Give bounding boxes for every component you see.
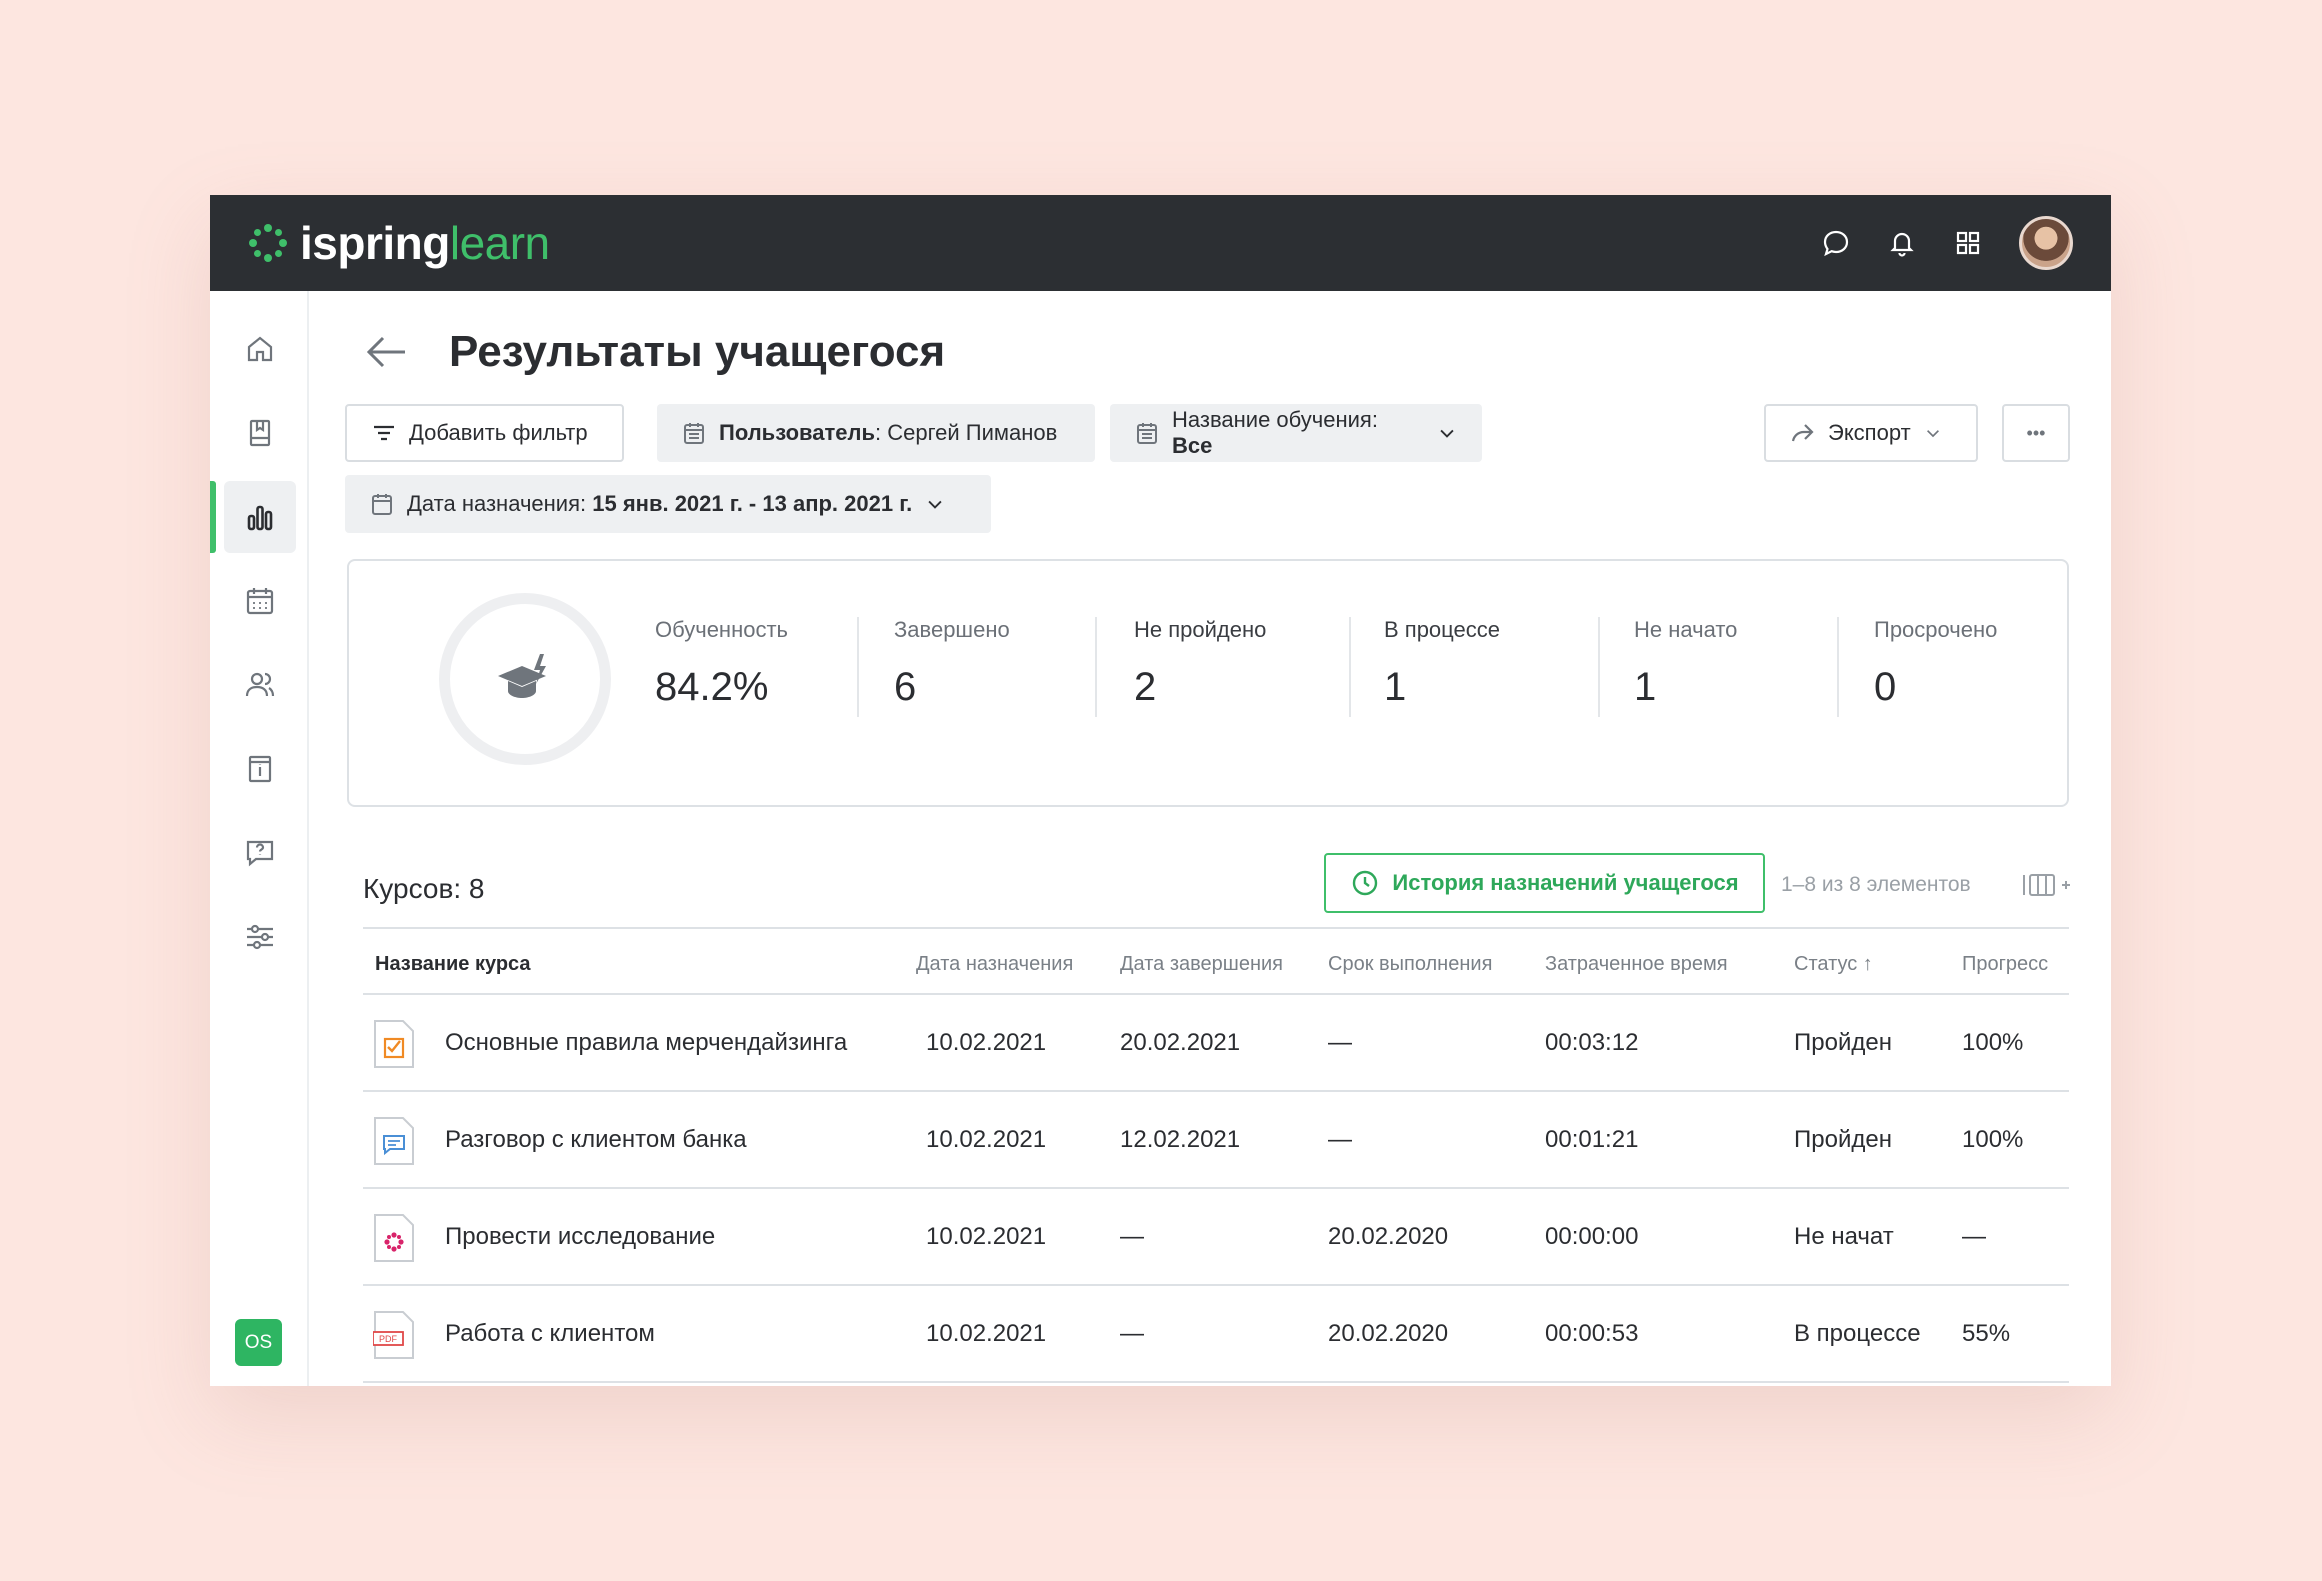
chevron-down-icon <box>928 500 942 509</box>
chevron-down-icon <box>1926 430 1939 438</box>
top-bar: ispringlearn <box>210 195 2111 291</box>
main-content: Результаты учащегося Добавить фильтр Пол… <box>309 291 2111 1386</box>
bell-icon[interactable] <box>1887 228 1917 258</box>
stat-divider <box>1598 617 1600 717</box>
logo[interactable]: ispringlearn <box>248 216 550 270</box>
column-header[interactable]: Затраченное время <box>1545 953 1728 976</box>
date-filter-text: Дата назначения: 15 янв. 2021 г. - 13 ап… <box>407 491 913 516</box>
quiz-icon <box>374 1020 414 1068</box>
calendar-small-icon <box>372 494 392 515</box>
chat-icon[interactable] <box>1821 228 1851 258</box>
training-filter-text: Название обучения: Все <box>1172 407 1378 458</box>
active-indicator <box>210 481 216 553</box>
apps-grid-icon[interactable] <box>1953 228 1983 258</box>
info-icon[interactable] <box>224 733 296 805</box>
stat-divider <box>1095 617 1097 717</box>
stats-panel: Обученность 84.2% Завершено 6 Не пройден… <box>347 559 2069 807</box>
stat-overdue: Просрочено 0 <box>1874 617 1998 709</box>
svg-text:PDF: PDF <box>379 1334 398 1344</box>
table-header: Название курса Дата назначения Дата заве… <box>363 927 2069 995</box>
stat-completed: Завершено 6 <box>894 617 1010 709</box>
table-row[interactable]: PDF Работа с клиентом 10.02.2021 — 20.02… <box>363 1286 2069 1383</box>
share-arrow-icon <box>1791 424 1814 442</box>
progress-ring <box>439 593 611 765</box>
logo-text: ispringlearn <box>300 217 550 269</box>
stat-divider <box>1349 617 1351 717</box>
training-filter-chip[interactable]: Название обучения: Все <box>1110 404 1482 462</box>
column-header[interactable]: Название курса <box>375 953 531 976</box>
graduation-cap-icon <box>498 654 546 698</box>
column-header[interactable]: Прогресс <box>1962 953 2048 976</box>
user-filter-chip[interactable]: Пользователь: Сергей Пиманов <box>657 404 1095 462</box>
app-window: ispringlearn OS Результаты учащегося Доб… <box>210 195 2111 1386</box>
page-title: Результаты учащегося <box>449 327 946 376</box>
stat-divider <box>1837 617 1839 717</box>
question-icon[interactable] <box>224 817 296 889</box>
reports-icon[interactable] <box>224 481 296 553</box>
calendar-small-icon <box>1137 423 1157 444</box>
more-options-button[interactable]: ••• <box>2002 404 2070 462</box>
account-badge[interactable]: OS <box>235 1319 282 1366</box>
users-icon[interactable] <box>224 649 296 721</box>
courses-count: Курсов: 8 <box>363 873 485 904</box>
pdf-icon: PDF <box>373 1311 414 1359</box>
stat-failed: Не пройдено 2 <box>1134 617 1267 709</box>
sidebar: OS <box>210 291 309 1386</box>
stat-divider <box>857 617 859 717</box>
courses-table: Название курса Дата назначения Дата заве… <box>363 927 2069 1383</box>
column-header[interactable]: Дата завершения <box>1120 953 1283 976</box>
table-row[interactable]: Разговор с клиентом банка 10.02.2021 12.… <box>363 1092 2069 1189</box>
date-filter-chip[interactable]: Дата назначения: 15 янв. 2021 г. - 13 ап… <box>345 475 991 533</box>
stat-learning-rate: Обученность 84.2% <box>655 617 788 709</box>
column-header-sorted[interactable]: Статус ↑ <box>1794 953 1873 976</box>
avatar[interactable] <box>2019 216 2073 270</box>
pagination-info: 1–8 из 8 элементов <box>1781 873 1971 896</box>
home-icon[interactable] <box>224 313 296 385</box>
settings-icon[interactable] <box>224 901 296 973</box>
export-button[interactable]: Экспорт <box>1764 404 1978 462</box>
add-filter-button[interactable]: Добавить фильтр <box>345 404 624 462</box>
ispring-logo-icon <box>249 224 287 262</box>
dialog-icon <box>374 1117 414 1165</box>
table-row[interactable]: Провести исследование 10.02.2021 — 20.02… <box>363 1189 2069 1286</box>
stat-not-started: Не начато 1 <box>1634 617 1738 709</box>
columns-settings-icon[interactable] <box>2022 871 2070 899</box>
filter-icon <box>374 425 394 441</box>
calendar-icon[interactable] <box>224 565 296 637</box>
calendar-small-icon <box>684 423 704 444</box>
chevron-down-icon <box>1440 429 1454 438</box>
library-icon[interactable] <box>224 397 296 469</box>
ispring-course-icon <box>374 1214 414 1262</box>
back-arrow-icon[interactable] <box>363 332 409 372</box>
user-filter-text: Пользователь: Сергей Пиманов <box>719 420 1058 445</box>
assignment-history-button[interactable]: История назначений учащегося <box>1324 853 1765 913</box>
table-row[interactable]: Основные правила мерчендайзинга 10.02.20… <box>363 995 2069 1092</box>
column-header[interactable]: Дата назначения <box>916 953 1073 976</box>
clock-icon <box>1353 870 1378 896</box>
stat-in-progress: В процессе 1 <box>1384 617 1500 709</box>
column-header[interactable]: Срок выполнения <box>1328 953 1492 976</box>
